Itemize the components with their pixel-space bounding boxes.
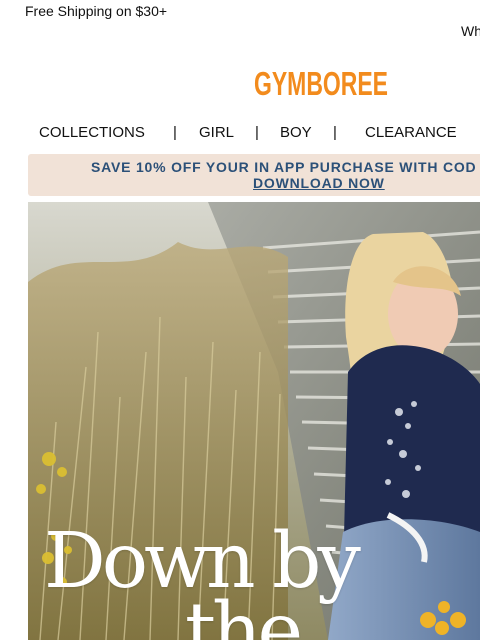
nav-separator: |: [173, 124, 177, 141]
download-now-link[interactable]: DOWNLOAD NOW: [253, 175, 385, 191]
gymboree-logo[interactable]: GYMBOREE: [252, 64, 391, 102]
nav-clearance[interactable]: CLEARANCE: [365, 122, 457, 144]
brand-logo-text: GYMBOREE: [254, 65, 388, 102]
free-shipping-banner: Free Shipping on $30+: [25, 3, 168, 19]
nav-separator: |: [255, 124, 259, 141]
nav-collections[interactable]: COLLECTIONS: [39, 122, 145, 144]
top-right-link[interactable]: Wh: [461, 23, 480, 39]
nav-girl[interactable]: GIRL: [199, 122, 234, 144]
hero-headline-line-2: the: [185, 587, 303, 640]
promo-banner[interactable]: SAVE 10% OFF YOUR IN APP PURCHASE WITH C…: [28, 154, 480, 196]
nav-boy[interactable]: BOY: [280, 122, 312, 144]
nav-separator: |: [333, 124, 337, 141]
main-nav: COLLECTIONS | GIRL | BOY | CLEARANCE: [0, 122, 480, 144]
hero-banner[interactable]: Down by the: [28, 202, 480, 640]
promo-text: SAVE 10% OFF YOUR IN APP PURCHASE WITH C…: [91, 159, 477, 175]
